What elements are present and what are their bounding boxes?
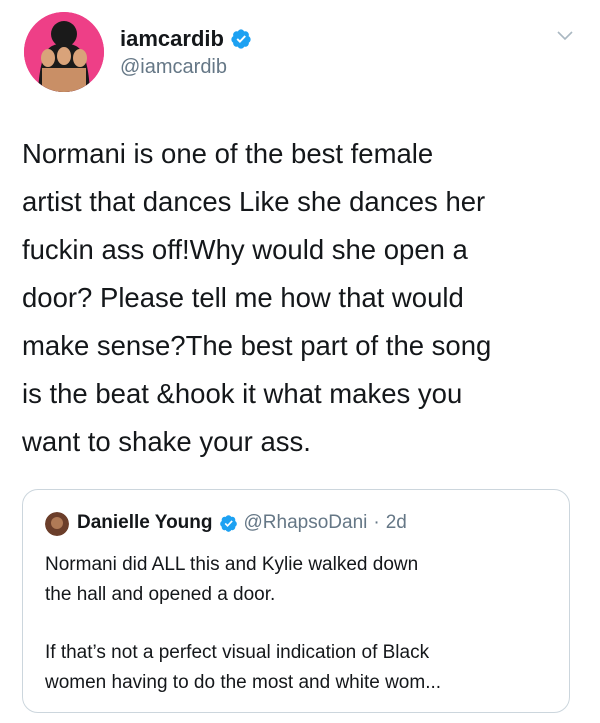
tweet-text-line: want to shake your ass. [22, 426, 311, 457]
author-name-row[interactable]: iamcardib [120, 26, 252, 52]
tweet-text: Normani is one of the best female artist… [22, 130, 582, 466]
tweet-text-line: is the beat &hook it what makes you [22, 378, 463, 409]
quoted-tweet-text: Normani did ALL this and Kylie walked do… [45, 550, 555, 698]
verified-badge-icon [231, 29, 251, 49]
tweet-text-line: door? Please tell me how that would [22, 282, 464, 313]
author-handle[interactable]: @iamcardib [120, 56, 227, 79]
avatar-image [24, 12, 104, 92]
quoted-text-line: women having to do the most and white wo… [45, 672, 442, 693]
author-display-name[interactable]: iamcardib [120, 26, 224, 52]
tweet-text-line: artist that dances Like she dances her [22, 186, 486, 217]
author-avatar[interactable] [24, 12, 104, 92]
quoted-tweet-card[interactable]: Danielle Young @RhapsoDani · 2d Normani … [22, 489, 570, 713]
meta-separator: · [373, 512, 380, 533]
quoted-text-line: If that’s not a perfect visual indicatio… [45, 642, 430, 663]
quoted-header: Danielle Young @RhapsoDani · 2d [77, 512, 407, 534]
chevron-down-icon[interactable] [556, 26, 574, 44]
quoted-author-handle: @RhapsoDani [243, 512, 368, 533]
tweet-text-line: Normani is one of the best female [22, 138, 434, 169]
tweet-text-line: fuckin ass off!Why would she open a [22, 234, 468, 265]
quoted-author-avatar [45, 512, 69, 536]
quoted-author-name: Danielle Young [77, 512, 213, 533]
quoted-avatar-image [45, 512, 69, 536]
verified-badge-icon [219, 514, 237, 532]
quoted-text-line: the hall and opened a door. [45, 584, 276, 605]
quoted-text-line: Normani did ALL this and Kylie walked do… [45, 554, 419, 575]
quoted-timestamp: 2d [385, 512, 407, 533]
tweet-text-line: make sense?The best part of the song [22, 330, 492, 361]
